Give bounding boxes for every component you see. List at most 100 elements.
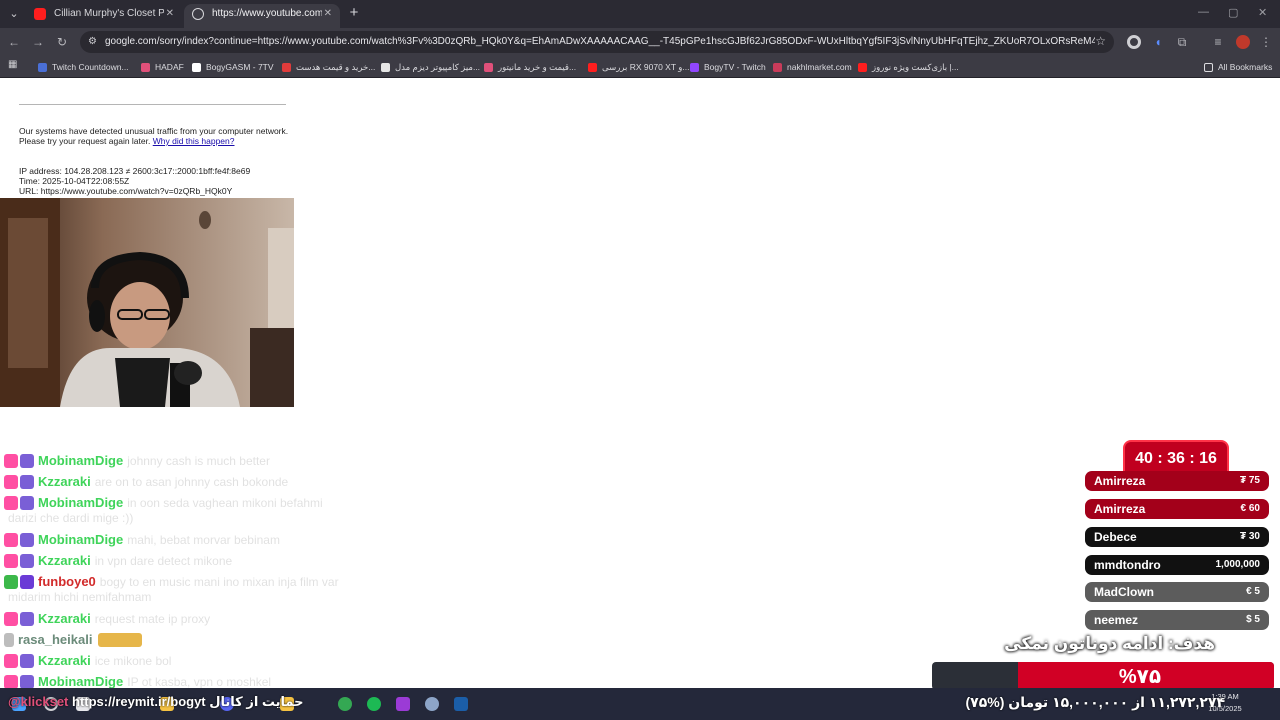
tab-youtube[interactable]: Cillian Murphy's Closet Picks - Y ✕ (26, 4, 182, 28)
bookmark-favicon-icon (858, 63, 867, 72)
bookmark-item[interactable]: خرید و قیمت هدست... (282, 59, 375, 75)
tab-youtube-watch[interactable]: https://www.youtube.com/watc ✕ (184, 4, 340, 28)
settings-gear-icon[interactable] (425, 697, 439, 711)
donation-amount: € 60 (1240, 503, 1260, 514)
heart-badge-icon (4, 474, 18, 489)
bookmark-favicon-icon (192, 63, 201, 72)
chat-text: bogy to en music mani ino mixan inja fil… (99, 574, 339, 589)
chat-username[interactable]: Kzzaraki (38, 474, 91, 489)
bookmark-item[interactable]: nakhlmarket.com (773, 59, 852, 75)
subathon-timer: 40 : 36 : 16 (1123, 440, 1229, 472)
back-icon[interactable]: ← (6, 34, 22, 50)
donation-amount: 1,000,000 (1215, 559, 1261, 570)
extensions-puzzle-icon[interactable]: ⧉ (1174, 34, 1190, 50)
bookmark-item[interactable]: قیمت و خرید مانیتور... (484, 59, 576, 75)
donation-entry: Amirreza ₮ 75 (1085, 471, 1269, 491)
donor-name: Amirreza (1094, 502, 1146, 516)
spotify-icon[interactable] (367, 697, 381, 711)
chat-username[interactable]: rasa_heikali (18, 632, 92, 647)
divider (19, 104, 286, 105)
steam-icon[interactable] (454, 697, 468, 711)
chat-username[interactable]: funboye0 (38, 574, 96, 589)
browser-tab-strip: ⌄ Cillian Murphy's Closet Picks - Y ✕ ht… (0, 0, 1280, 28)
apps-grid-icon[interactable]: ▦ (8, 60, 18, 70)
webcam-image (0, 198, 294, 407)
bookmark-item[interactable]: بررسی RX 9070 XT و... (588, 59, 689, 75)
donor-name: Debece (1094, 530, 1137, 544)
menu-kebab-icon[interactable]: ⋮ (1258, 34, 1274, 50)
bookmark-label: بازی‌کست ویژه نوروز |... (872, 62, 959, 72)
chrome-icon[interactable] (338, 697, 352, 711)
chat-message: funboye0 bogy to en music mani ino mixan … (4, 573, 339, 604)
bookmark-favicon-icon (141, 63, 150, 72)
heart-badge-icon (4, 553, 18, 568)
media-control-icon[interactable]: ≡ (1210, 34, 1226, 50)
chat-username[interactable]: MobinamDige (38, 532, 123, 547)
chat-username[interactable]: Kzzaraki (38, 653, 91, 668)
donor-name: Amirreza (1094, 474, 1146, 488)
chat-username[interactable]: MobinamDige (38, 453, 123, 468)
bookmark-item[interactable]: BogyTV - Twitch (690, 59, 766, 75)
time-line: Time: 2025-10-04T22:08:55Z (19, 176, 130, 186)
why-did-this-happen-link[interactable]: Why did this happen? (153, 136, 235, 146)
chat-message: MobinamDige johnny cash is much better (4, 452, 270, 470)
heart-badge-icon (4, 611, 18, 626)
chat-username[interactable]: Kzzaraki (38, 553, 91, 568)
chat-username[interactable]: MobinamDige (38, 495, 123, 510)
screen: ⌄ Cillian Murphy's Closet Picks - Y ✕ ht… (0, 0, 1280, 720)
prime-badge-icon (20, 611, 34, 626)
chat-text: johnny cash is much better (127, 453, 270, 468)
forward-icon[interactable]: → (30, 34, 46, 50)
all-bookmarks-button[interactable]: All Bookmarks (1204, 59, 1272, 75)
ticker-brand: @klickset (8, 694, 69, 709)
bookmark-label: BogyGASM - 7TV (206, 62, 274, 72)
mod-badge-icon (20, 574, 34, 589)
donation-entry: Amirreza € 60 (1085, 499, 1269, 519)
donation-entry: mmdtondro 1,000,000 (1085, 555, 1269, 575)
bookmark-item[interactable]: بازی‌کست ویژه نوروز |... (858, 59, 959, 75)
tab-close-icon[interactable]: ✕ (166, 4, 174, 24)
reload-icon[interactable]: ↻ (54, 34, 70, 50)
chat-message: rasa_heikali (4, 631, 148, 649)
prime-badge-icon (20, 532, 34, 547)
bookmark-item[interactable]: Twitch Countdown... (38, 59, 129, 75)
r-app-icon[interactable] (396, 697, 410, 711)
bookmark-item[interactable]: BogyGASM - 7TV (192, 59, 274, 75)
bookmarks-bar: ▦ Twitch Countdown... HADAF BogyGASM - 7TV… (0, 56, 1280, 78)
audio-extension-icon[interactable]: ◖ (1150, 34, 1166, 50)
tab-close-icon[interactable]: ✕ (324, 4, 332, 24)
extension-circle-icon[interactable] (1127, 35, 1141, 49)
tab-search-icon[interactable]: ⌄ (6, 6, 22, 22)
url-text[interactable]: google.com/sorry/index?continue=https://… (105, 35, 1095, 49)
bookmark-favicon-icon (773, 63, 782, 72)
donation-link-ticker: @klickset https://reymit.ir/bogyt حمایت … (8, 694, 338, 714)
chat-text: in oon seda vaghean mikoni befahmi (127, 495, 323, 510)
donation-entry: MadClown € 5 (1085, 582, 1269, 602)
prime-badge-icon (20, 653, 34, 668)
new-tab-button[interactable]: + (346, 5, 362, 21)
chat-username[interactable]: Kzzaraki (38, 611, 91, 626)
minimize-icon[interactable]: — (1198, 6, 1209, 18)
bookmark-label: خرید و قیمت هدست... (296, 62, 376, 72)
webcam-feed (0, 198, 294, 407)
chat-text: IP ot kasba, vpn o moshkel (127, 674, 272, 689)
chat-message: Kzzaraki in vpn dare detect mikone (4, 552, 232, 570)
heart-badge-icon (4, 495, 18, 510)
check-badge-icon (4, 574, 18, 589)
maximize-icon[interactable]: ▢ (1228, 6, 1238, 19)
donor-name: MadClown (1094, 585, 1154, 599)
bookmark-label: قیمت و خرید مانیتور... (498, 62, 577, 72)
address-bar[interactable]: ⚙ google.com/sorry/index?continue=https:… (80, 31, 1114, 53)
chat-message: MobinamDige in oon seda vaghean mikoni be… (4, 494, 323, 525)
bookmark-item[interactable]: میز کامپیوتر دیزم مدل... (381, 59, 480, 75)
bookmark-star-icon[interactable]: ☆ (1095, 34, 1106, 48)
close-window-icon[interactable]: ✕ (1258, 6, 1267, 19)
emote-image (98, 632, 143, 647)
chat-text: mahi, bebat morvar bebinam (127, 532, 280, 547)
donation-goal-bar (932, 662, 1274, 690)
tab-label: Cillian Murphy's Closet Picks - Y (54, 8, 164, 19)
site-info-icon[interactable]: ⚙ (88, 36, 100, 48)
bookmark-item[interactable]: HADAF (141, 59, 184, 75)
profile-avatar[interactable] (1236, 35, 1250, 49)
prime-badge-icon (20, 495, 34, 510)
